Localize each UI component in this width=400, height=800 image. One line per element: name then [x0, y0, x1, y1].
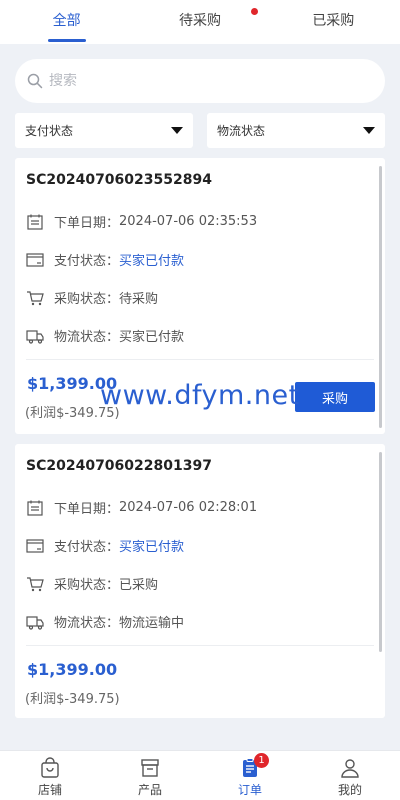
logistics-status-row: 物流状态： 买家已付款: [26, 326, 184, 345]
nav-item-shop[interactable]: 店铺: [0, 751, 100, 800]
box-icon: [141, 759, 159, 777]
nav-item-orders[interactable]: 1 订单: [200, 751, 300, 800]
purchase-status-label: 采购状态：: [54, 578, 120, 593]
tab-pending-purchase[interactable]: 待采购: [133, 0, 266, 44]
truck-icon: [26, 329, 44, 344]
scrollbar[interactable]: [379, 452, 382, 652]
cart-icon: [27, 290, 44, 305]
calendar-icon: [27, 214, 43, 230]
purchase-status-value: 待采购: [119, 292, 159, 307]
tab-all-label: 全部: [52, 13, 81, 29]
payment-status-label: 支付状态：: [54, 540, 120, 555]
logistics-status-dropdown[interactable]: 物流状态: [207, 113, 385, 148]
notification-dot: [251, 8, 259, 15]
bottom-nav: 店铺 产品 1 订单 我的: [0, 750, 400, 800]
logistics-status-value: 买家已付款: [119, 330, 185, 345]
caret-down-icon: [171, 127, 183, 134]
card-icon: [26, 538, 44, 553]
calendar-icon: [27, 500, 43, 516]
divider: [26, 359, 374, 360]
nav-item-orders-label: 订单: [237, 783, 262, 797]
payment-status-dropdown-label: 支付状态: [25, 124, 74, 138]
payment-status-value: 买家已付款: [119, 254, 185, 269]
user-icon: [341, 759, 359, 778]
order-date-row: 下单日期： 2024-07-06 02:28:01: [26, 498, 257, 517]
tab-pending-purchase-label: 待采购: [178, 13, 221, 29]
order-date-label: 下单日期：: [54, 502, 120, 517]
purchase-status-row: 采购状态： 待采购: [26, 288, 158, 307]
card-icon: [26, 252, 44, 267]
order-profit: (利润$-349.75): [25, 692, 120, 707]
tab-active-underline: [47, 39, 86, 42]
nav-item-mine-label: 我的: [337, 783, 362, 797]
logistics-status-dropdown-label: 物流状态: [217, 124, 266, 138]
logistics-status-label: 物流状态：: [54, 616, 120, 631]
shop-bag-icon: [41, 757, 59, 778]
truck-icon: [26, 615, 44, 630]
order-date-value: 2024-07-06 02:28:01: [119, 500, 258, 515]
payment-status-value: 买家已付款: [119, 540, 185, 555]
nav-item-shop-label: 店铺: [37, 783, 62, 797]
order-number: SC20240706023552894: [26, 172, 212, 188]
purchase-button[interactable]: 采购: [295, 382, 375, 412]
search-icon: [27, 73, 43, 89]
order-date-value: 2024-07-06 02:35:53: [119, 214, 258, 229]
purchase-status-value: 已采购: [119, 578, 159, 593]
scrollbar[interactable]: [379, 166, 382, 428]
divider: [26, 645, 374, 646]
caret-down-icon: [363, 127, 375, 134]
order-date-row: 下单日期： 2024-07-06 02:35:53: [26, 212, 257, 231]
order-card[interactable]: SC20240706022801397 下单日期： 2024-07-06 02:…: [15, 444, 385, 718]
logistics-status-value: 物流运输中: [119, 616, 185, 631]
payment-status-label: 支付状态：: [54, 254, 120, 269]
top-tabs: 全部 待采购 已采购: [0, 0, 400, 44]
nav-item-mine[interactable]: 我的: [300, 751, 400, 800]
watermark: www.dfym.net: [100, 380, 300, 411]
logistics-status-row: 物流状态： 物流运输中: [26, 612, 184, 631]
payment-status-row: 支付状态： 买家已付款: [26, 250, 184, 269]
search-bar[interactable]: [15, 59, 385, 103]
nav-item-products-label: 产品: [137, 783, 162, 797]
order-date-label: 下单日期：: [54, 216, 120, 231]
nav-item-products[interactable]: 产品: [100, 751, 200, 800]
order-count-badge: 1: [254, 753, 269, 768]
tab-all[interactable]: 全部: [0, 0, 133, 44]
payment-status-dropdown[interactable]: 支付状态: [15, 113, 193, 148]
tab-purchased[interactable]: 已采购: [267, 0, 400, 44]
logistics-status-label: 物流状态：: [54, 330, 120, 345]
cart-icon: [27, 576, 44, 591]
tab-purchased-label: 已采购: [312, 13, 355, 29]
purchase-status-label: 采购状态：: [54, 292, 120, 307]
purchase-status-row: 采购状态： 已采购: [26, 574, 158, 593]
order-number: SC20240706022801397: [26, 458, 212, 474]
search-input[interactable]: [49, 73, 349, 89]
payment-status-row: 支付状态： 买家已付款: [26, 536, 184, 555]
order-price: $1,399.00: [27, 660, 118, 679]
